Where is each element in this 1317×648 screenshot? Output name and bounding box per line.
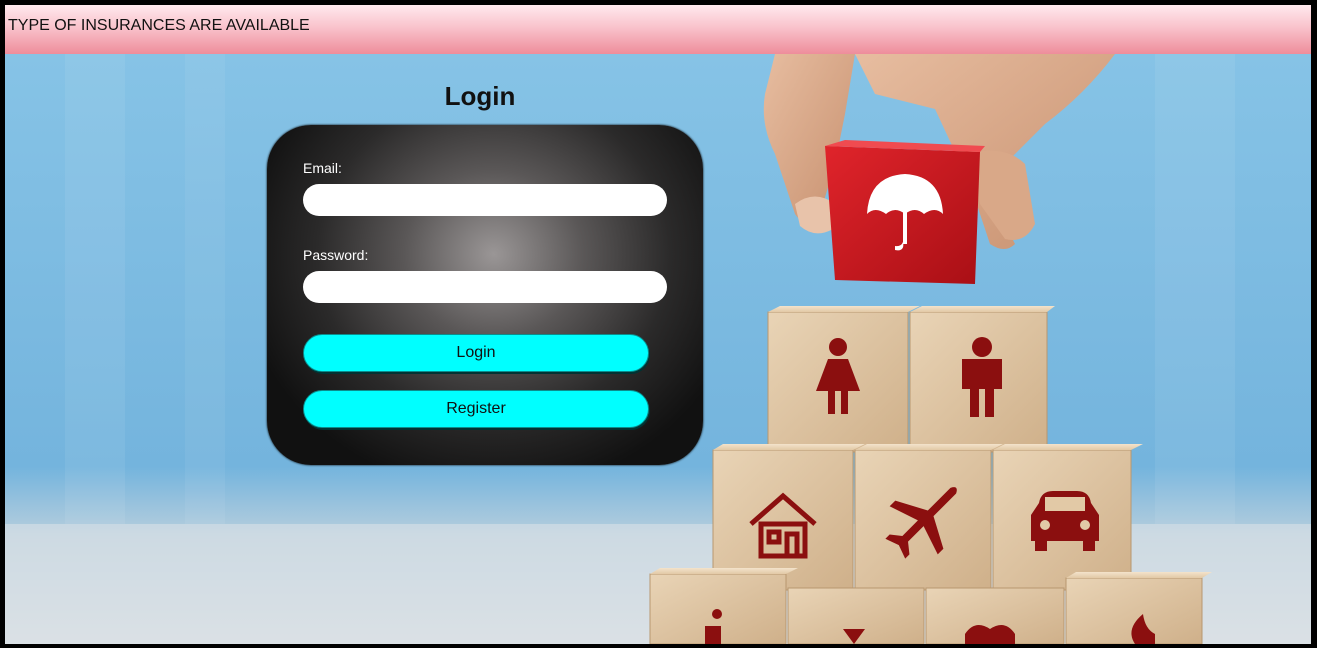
wood-block-woman (767, 306, 920, 453)
register-button[interactable]: Register (303, 390, 649, 428)
email-field[interactable] (303, 184, 667, 216)
password-field[interactable] (303, 271, 667, 303)
login-title: Login (444, 81, 516, 111)
wood-block-car (992, 444, 1143, 591)
header-title: TYPE OF INSURANCES ARE AVAILABLE (8, 17, 310, 34)
email-label: Email: (303, 160, 342, 176)
app-frame: TYPE OF INSURANCES ARE AVAILABLE Login E… (5, 5, 1311, 644)
password-label: Password: (303, 247, 369, 263)
umbrella-cube (825, 140, 985, 284)
login-form: Email: Password: Login Register (267, 125, 703, 465)
wood-block-man (909, 306, 1055, 453)
header-bar: TYPE OF INSURANCES ARE AVAILABLE (5, 5, 1311, 54)
login-button[interactable]: Login (303, 334, 649, 372)
wood-block-airplane (854, 444, 1003, 591)
